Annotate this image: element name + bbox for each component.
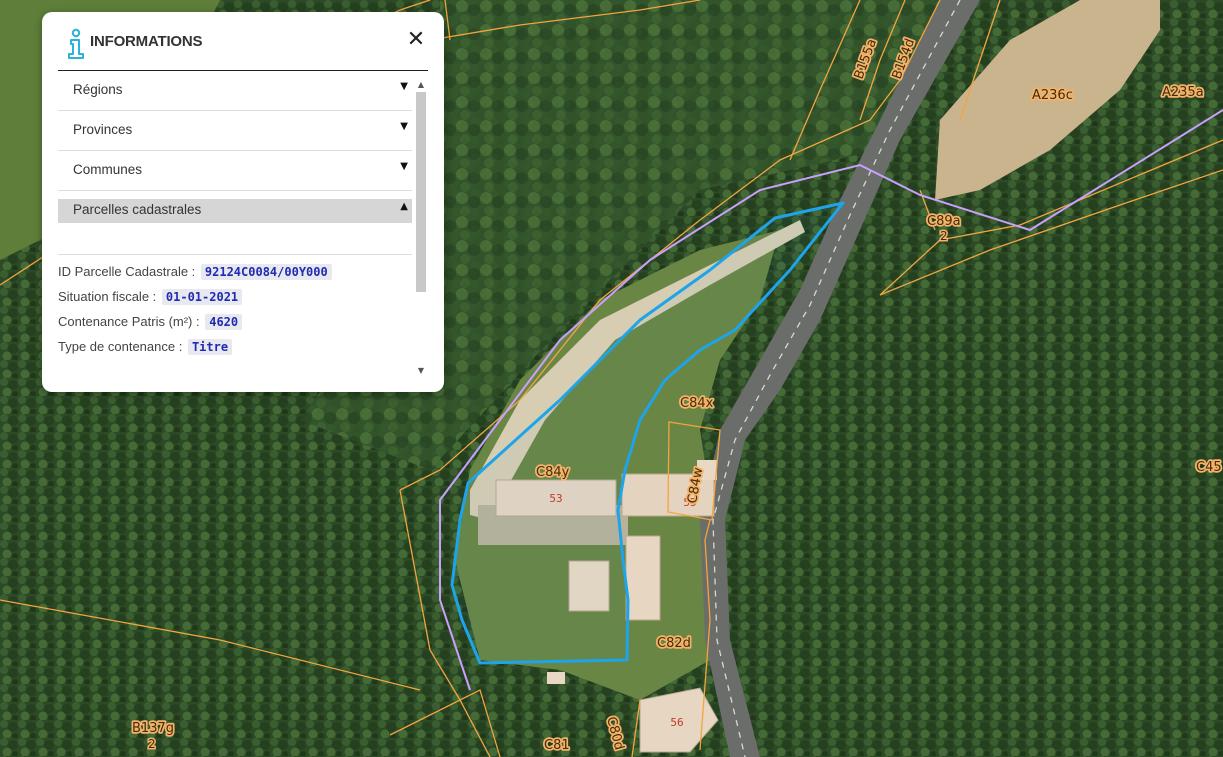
building-annex[interactable]: [625, 535, 661, 621]
accordion-label: Parcelles cadastrales: [73, 202, 202, 217]
accordion-item-parcelles[interactable]: Parcelles cadastrales ▲: [58, 199, 412, 223]
detail-row-type: Type de contenance : Titre: [58, 339, 412, 364]
parcel-label-b137g[interactable]: B137g: [130, 719, 175, 738]
accordion: Régions ▼ Provinces ▼ Communes ▼ Parcell…: [58, 71, 412, 255]
building-tiny[interactable]: [547, 672, 565, 684]
info-panel: INFORMATIONS ✕ Régions ▼ Provinces ▼ Com…: [42, 12, 444, 392]
scroll-down-icon[interactable]: ▼: [414, 364, 428, 378]
chevron-down-icon: ▼: [400, 121, 408, 132]
accordion-item-regions[interactable]: Régions ▼: [58, 71, 412, 111]
detail-value: 92124C0084/00Y000: [200, 264, 332, 280]
map-view[interactable]: 53 55 56 B155a B154d A236c A235a C89a 2 …: [0, 0, 1223, 757]
building-number-53: 53: [549, 492, 562, 505]
parcel-label-a236c[interactable]: A236c: [1030, 86, 1074, 105]
parcel-label-c89a-sub: 2: [940, 229, 948, 243]
parcel-label-c84x[interactable]: C84x: [678, 394, 715, 413]
chevron-down-icon: ▼: [400, 161, 408, 172]
accordion-item-provinces[interactable]: Provinces ▼: [58, 111, 412, 151]
detail-value: 4620: [205, 314, 243, 330]
scroll-up-icon[interactable]: ▲: [414, 78, 428, 92]
detail-value: 01-01-2021: [161, 289, 243, 305]
parcel-label-c82d[interactable]: C82d: [655, 634, 692, 653]
parcel-label-c84y[interactable]: C84y: [534, 463, 571, 482]
accordion-item-communes[interactable]: Communes ▼: [58, 151, 412, 191]
accordion-label: Régions: [73, 82, 123, 97]
chevron-down-icon: ▼: [400, 81, 408, 92]
detail-row-situation: Situation fiscale : 01-01-2021: [58, 289, 412, 314]
parcel-label-c45[interactable]: C45: [1194, 458, 1223, 477]
close-button[interactable]: ✕: [404, 26, 428, 54]
parcel-label-b137g-sub: 2: [148, 737, 156, 751]
accordion-label: Communes: [73, 162, 143, 177]
detail-label: Situation fiscale :: [58, 289, 157, 304]
detail-row-id: ID Parcelle Cadastrale : 92124C0084/00Y0…: [58, 264, 412, 289]
panel-scrollbar[interactable]: ▲ ▼: [414, 78, 428, 378]
scroll-thumb[interactable]: [416, 92, 426, 292]
chevron-up-icon: ▲: [400, 201, 408, 212]
panel-title: INFORMATIONS: [90, 33, 203, 50]
accordion-label: Provinces: [73, 122, 133, 137]
parcel-details: ID Parcelle Cadastrale : 92124C0084/00Y0…: [58, 264, 412, 364]
detail-value: Titre: [187, 339, 233, 355]
info-icon: [68, 28, 84, 59]
panel-header: INFORMATIONS ✕: [58, 26, 428, 71]
building-number-56: 56: [670, 716, 683, 729]
parcel-label-c81[interactable]: C81: [542, 736, 571, 755]
detail-label: Type de contenance :: [58, 339, 183, 354]
parcel-label-c89a[interactable]: C89a: [925, 212, 962, 231]
detail-row-contenance: Contenance Patris (m²) : 4620: [58, 314, 412, 339]
accordion-divider: [58, 223, 412, 255]
detail-label: ID Parcelle Cadastrale :: [58, 264, 196, 279]
parcel-label-a235a[interactable]: A235a: [1160, 83, 1205, 102]
detail-label: Contenance Patris (m²) :: [58, 314, 200, 329]
